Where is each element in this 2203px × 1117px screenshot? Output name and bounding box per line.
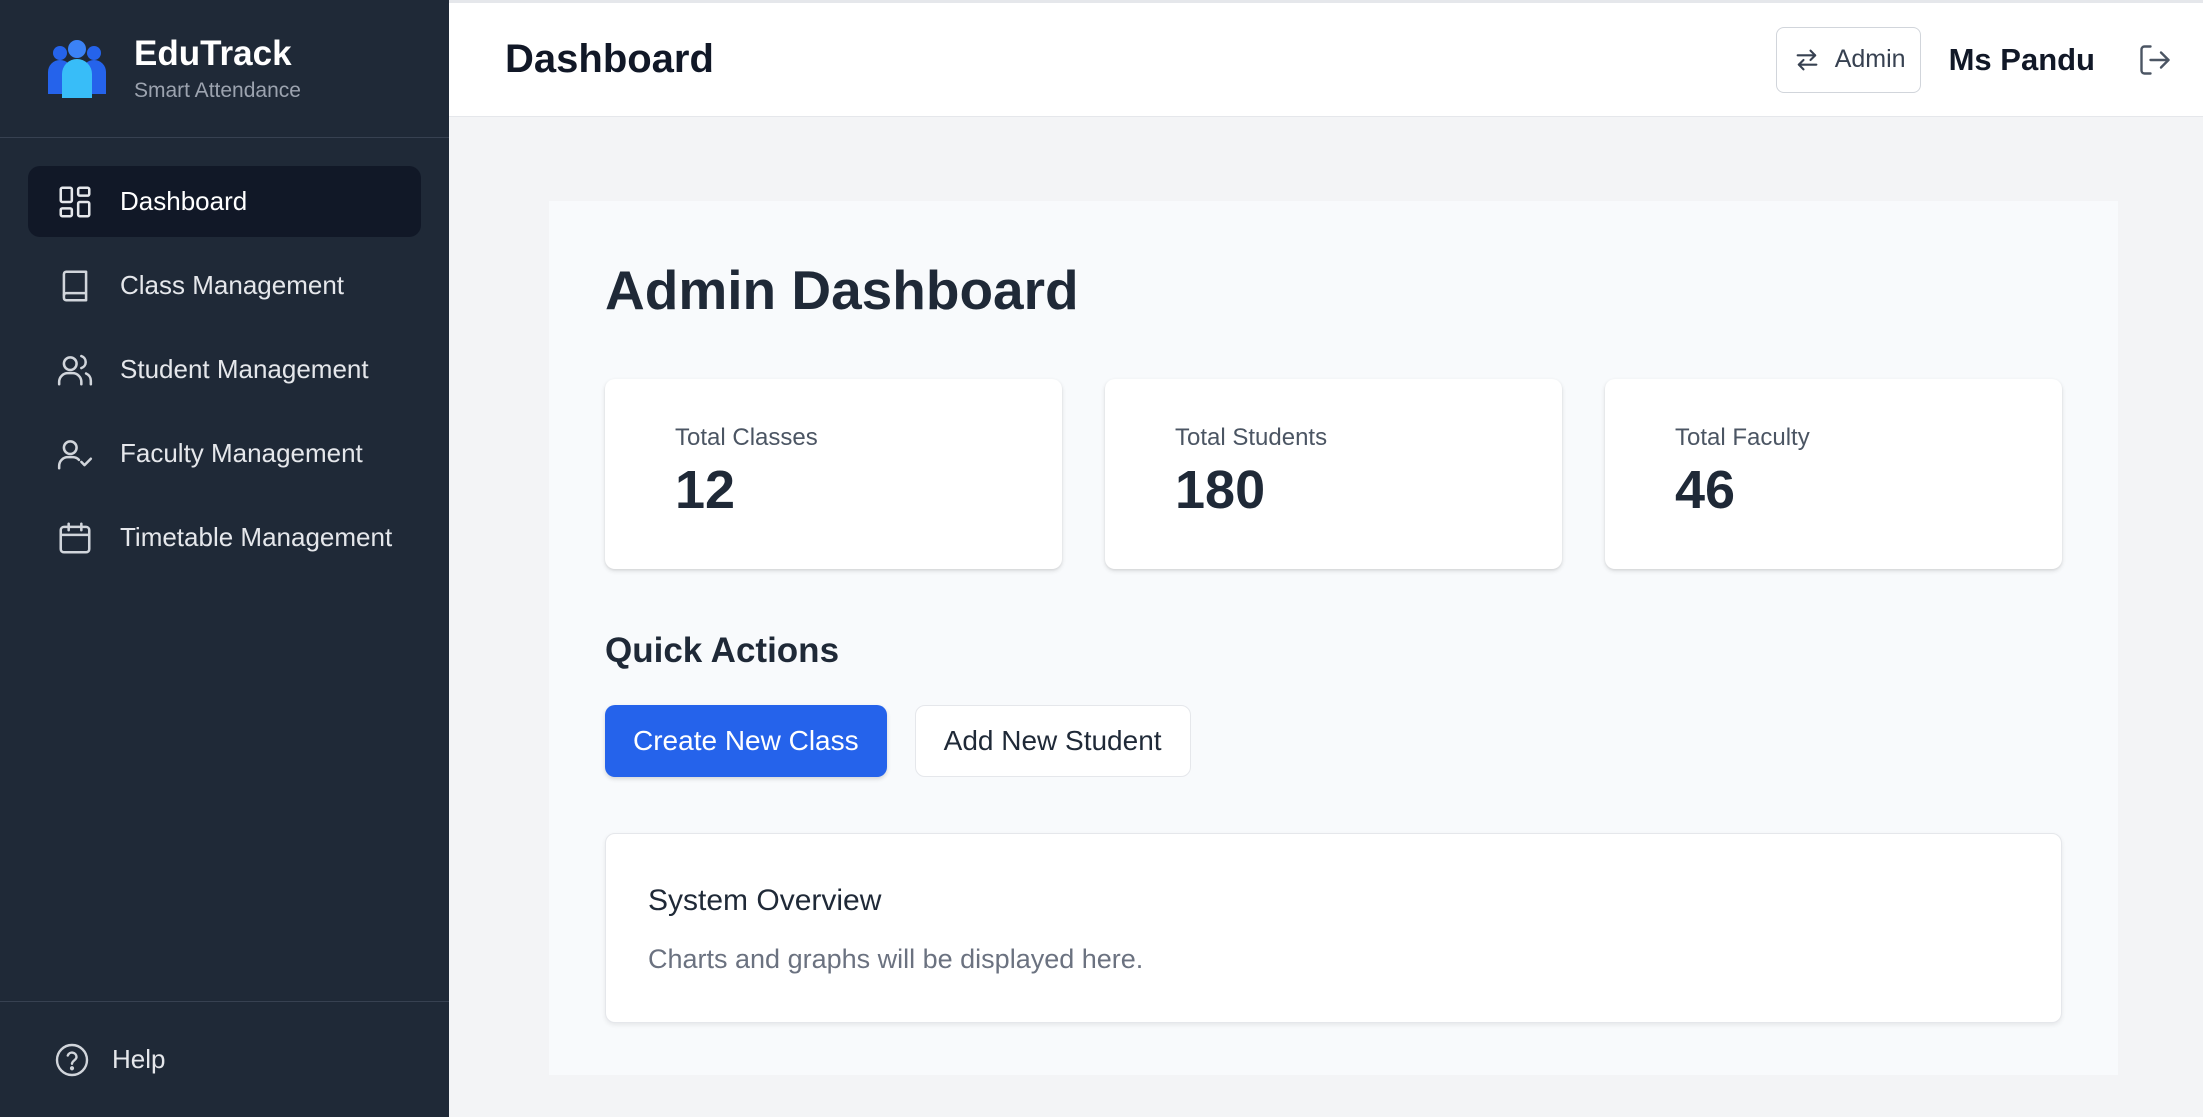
user-name: Ms Pandu <box>1948 41 2095 77</box>
role-label: Admin <box>1834 45 1906 73</box>
brand-subtitle: Smart Attendance <box>134 78 301 102</box>
stat-card-faculty: Total Faculty 46 <box>1605 379 2062 569</box>
stats-row: Total Classes 12 Total Students 180 Tota… <box>605 379 2062 569</box>
sidebar-item-label: Dashboard <box>120 186 248 216</box>
calendar-icon <box>56 519 94 557</box>
sidebar-item-label: Faculty Management <box>120 438 363 468</box>
topbar: Dashboard Admin Ms Pandu <box>449 0 2203 117</box>
help-label: Help <box>112 1044 166 1074</box>
sidebar-item-class-management[interactable]: Class Management <box>28 250 421 321</box>
content: Admin Dashboard Total Classes 12 Total S… <box>449 117 2203 1117</box>
sidebar-item-label: Class Management <box>120 270 344 300</box>
stat-value: 180 <box>1175 460 1266 520</box>
sidebar-item-label: Timetable Management <box>120 522 393 552</box>
stat-card-classes: Total Classes 12 <box>605 379 1062 569</box>
sidebar-item-dashboard[interactable]: Dashboard <box>28 166 421 237</box>
brand-name: EduTrack <box>134 33 292 73</box>
users-logo-icon <box>44 36 110 102</box>
page-title: Dashboard <box>505 37 714 81</box>
user-check-icon <box>56 435 94 473</box>
dashboard-heading: Admin Dashboard <box>605 259 1079 321</box>
stat-value: 12 <box>675 460 736 520</box>
overview-title: System Overview <box>648 884 882 917</box>
switch-role-button[interactable]: Admin <box>1775 26 1921 93</box>
book-icon <box>56 267 94 305</box>
sidebar-item-student-management[interactable]: Student Management <box>28 334 421 405</box>
add-student-button[interactable]: Add New Student <box>914 705 1191 777</box>
help-link[interactable]: Help <box>0 1001 449 1117</box>
sidebar-item-timetable-management[interactable]: Timetable Management <box>28 502 421 573</box>
sidebar-nav: Dashboard Class Management Student Manag… <box>0 138 449 573</box>
dashboard-panel: Admin Dashboard Total Classes 12 Total S… <box>549 201 2118 1075</box>
stat-label: Total Faculty <box>1675 424 1810 451</box>
stat-label: Total Classes <box>675 424 818 451</box>
swap-arrows-icon <box>1796 49 1818 70</box>
dashboard-grid-icon <box>56 183 94 221</box>
create-class-button[interactable]: Create New Class <box>605 705 887 777</box>
help-circle-icon <box>54 1042 90 1078</box>
stat-card-students: Total Students 180 <box>1105 379 1562 569</box>
logout-icon[interactable] <box>2137 42 2173 78</box>
overview-text: Charts and graphs will be displayed here… <box>648 944 1144 974</box>
brand: EduTrack Smart Attendance <box>0 0 449 138</box>
sidebar-item-faculty-management[interactable]: Faculty Management <box>28 418 421 489</box>
sidebar-item-label: Student Management <box>120 354 369 384</box>
quick-actions-title: Quick Actions <box>605 631 840 670</box>
quick-actions: Create New Class Add New Student <box>605 705 2062 777</box>
system-overview-card: System Overview Charts and graphs will b… <box>605 833 2062 1023</box>
sidebar: EduTrack Smart Attendance Dashboard Clas… <box>0 0 449 1117</box>
stat-label: Total Students <box>1175 424 1328 451</box>
users-icon <box>56 351 94 389</box>
stat-value: 46 <box>1675 460 1736 520</box>
main-area: Dashboard Admin Ms Pandu Admin Dashboard <box>449 0 2203 1117</box>
